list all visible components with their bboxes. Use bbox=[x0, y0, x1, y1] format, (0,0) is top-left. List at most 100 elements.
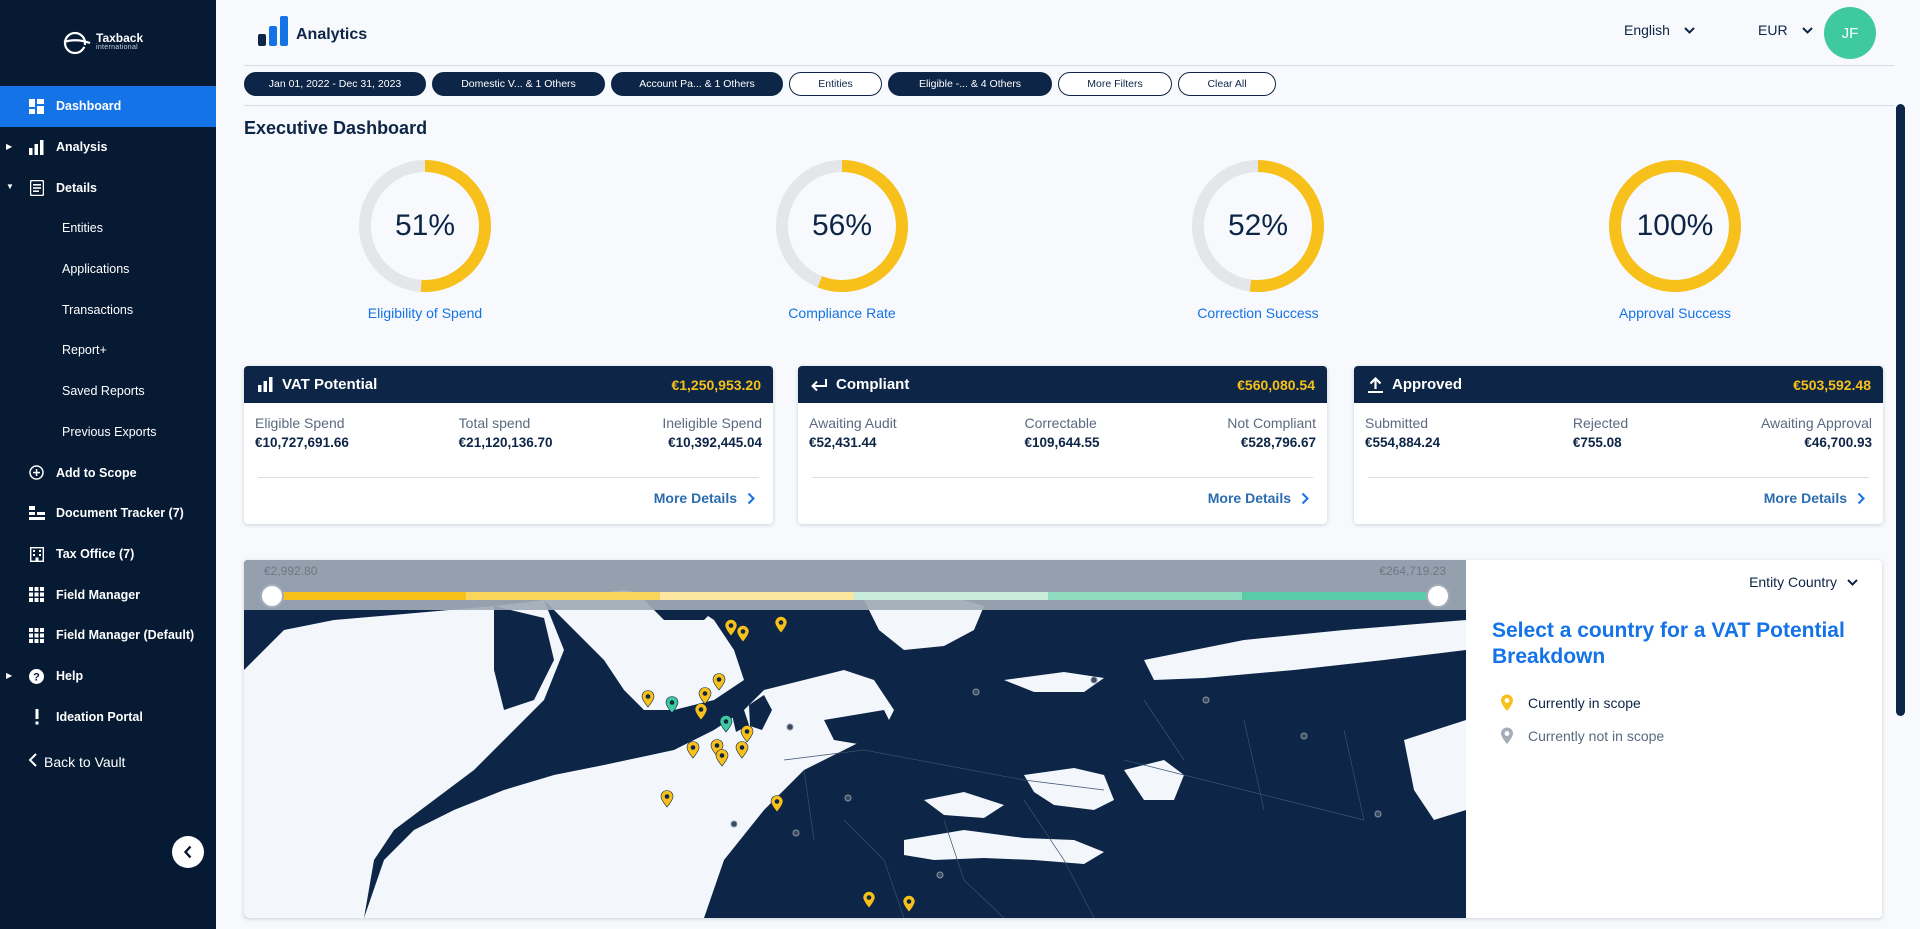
chevron-right-icon bbox=[1857, 492, 1865, 504]
location-pin-icon[interactable] bbox=[902, 895, 916, 913]
scrollbar-thumb[interactable] bbox=[1896, 104, 1905, 716]
sidebar-item-label: Transactions bbox=[62, 302, 134, 317]
filter-bar: Jan 01, 2022 - Dec 31, 2023 Domestic V..… bbox=[244, 72, 1276, 96]
metric-value: €528,796.67 bbox=[1240, 435, 1316, 450]
filter-chip-vat-type[interactable]: Domestic V... & 1 Others bbox=[432, 72, 605, 96]
sidebar-item-ideation-portal[interactable]: Ideation Portal bbox=[0, 696, 216, 737]
sidebar-item-help[interactable]: ▶ ? Help bbox=[0, 656, 216, 697]
divider bbox=[1368, 477, 1869, 478]
filter-chip-date-range[interactable]: Jan 01, 2022 - Dec 31, 2023 bbox=[244, 72, 426, 96]
divider bbox=[258, 477, 759, 478]
language-select[interactable]: English bbox=[1624, 22, 1695, 38]
location-pin-icon[interactable] bbox=[736, 625, 750, 643]
currency-select[interactable]: EUR bbox=[1758, 22, 1813, 38]
metric-rejected: Rejected €755.08 bbox=[1573, 415, 1628, 450]
sidebar-item-label: Saved Reports bbox=[62, 384, 145, 399]
page-title: Executive Dashboard bbox=[244, 118, 428, 138]
sidebar-item-dashboard[interactable]: Dashboard bbox=[0, 86, 216, 127]
chevron-down-icon bbox=[1801, 26, 1813, 34]
return-arrow-icon bbox=[810, 376, 828, 394]
filter-chip-account[interactable]: Account Pa... & 1 Others bbox=[611, 72, 783, 96]
card-header: Approved €503,592.48 bbox=[1354, 366, 1883, 403]
location-pin-icon[interactable] bbox=[641, 690, 655, 708]
sidebar-item-analysis[interactable]: ▶ Analysis bbox=[0, 127, 216, 168]
more-details-label: More Details bbox=[653, 490, 737, 506]
card-amount: €560,080.54 bbox=[1237, 376, 1315, 393]
filter-chip-entities[interactable]: Entities bbox=[789, 72, 882, 96]
location-pin-icon[interactable] bbox=[774, 616, 788, 634]
location-pin-icon[interactable] bbox=[724, 619, 738, 637]
range-handle-min[interactable] bbox=[260, 584, 284, 608]
card-amount: €1,250,953.20 bbox=[671, 376, 761, 393]
more-details-link[interactable]: More Details bbox=[654, 490, 755, 506]
metric-value: €755.08 bbox=[1572, 435, 1622, 450]
more-filters-button[interactable]: More Filters bbox=[1058, 72, 1172, 96]
location-pin-icon[interactable] bbox=[698, 687, 712, 705]
location-pin-icon[interactable] bbox=[719, 715, 733, 733]
more-details-link[interactable]: More Details bbox=[1208, 490, 1309, 506]
taxback-logo[interactable]: Taxback international bbox=[62, 28, 162, 58]
filter-chip-eligibility[interactable]: Eligible -... & 4 Others bbox=[888, 72, 1052, 96]
sidebar-item-details[interactable]: ▼ Details bbox=[0, 167, 216, 208]
sidebar-item-tax-office[interactable]: Tax Office (7) bbox=[0, 534, 216, 575]
sidebar-item-previous-exports[interactable]: Previous Exports bbox=[0, 412, 216, 453]
gauge-compliance[interactable]: 56% bbox=[772, 156, 912, 296]
location-pin-icon[interactable] bbox=[660, 790, 674, 808]
sidebar-item-label: Tax Office (7) bbox=[56, 546, 135, 561]
gauge-label: Eligibility of Spend bbox=[367, 305, 483, 321]
clear-all-button[interactable]: Clear All bbox=[1178, 72, 1276, 96]
world-map[interactable]: €2,992.80 €264,719.23 bbox=[244, 560, 1466, 918]
location-pin-icon[interactable] bbox=[862, 891, 876, 909]
upload-icon bbox=[1366, 376, 1384, 394]
sidebar-item-field-manager[interactable]: Field Manager bbox=[0, 574, 216, 615]
location-pin-icon[interactable] bbox=[740, 725, 754, 743]
bar-chart-icon bbox=[28, 139, 45, 156]
card-approved: Approved €503,592.48 Submitted €554,884.2… bbox=[1354, 366, 1883, 524]
metric-eligible-spend: Eligible Spend €10,727,691.66 bbox=[255, 415, 349, 450]
caret-right-icon: ▶ bbox=[6, 670, 13, 680]
gauge-eligibility[interactable]: 51% bbox=[355, 156, 495, 296]
metric-label: Not Compliant bbox=[1227, 415, 1316, 431]
metric-label: Total spend bbox=[458, 415, 531, 431]
sidebar-item-applications[interactable]: Applications bbox=[0, 249, 216, 290]
range-segment bbox=[854, 592, 1048, 600]
app-title-text: Analytics bbox=[296, 26, 368, 43]
gauge-correction[interactable]: 52% bbox=[1188, 156, 1328, 296]
chevron-left-icon bbox=[183, 845, 192, 859]
location-pin-icon[interactable] bbox=[735, 741, 749, 759]
sidebar-item-report-plus[interactable]: Report+ bbox=[0, 330, 216, 371]
location-pin-icon[interactable] bbox=[665, 696, 679, 714]
sidebar-item-saved-reports[interactable]: Saved Reports bbox=[0, 371, 216, 412]
divider bbox=[812, 477, 1313, 478]
card-metrics: Eligible Spend €10,727,691.66 Total spend… bbox=[244, 403, 773, 450]
range-segment bbox=[1048, 592, 1242, 600]
value-range-slider[interactable]: €2,992.80 €264,719.23 bbox=[244, 560, 1466, 610]
sidebar-item-transactions[interactable]: Transactions bbox=[0, 289, 216, 330]
language-value: English bbox=[1624, 22, 1670, 38]
group-by-value: Entity Country bbox=[1749, 574, 1837, 590]
range-handle-max[interactable] bbox=[1426, 584, 1450, 608]
location-pin-icon[interactable] bbox=[715, 749, 729, 767]
more-details-link[interactable]: More Details bbox=[1764, 490, 1865, 506]
gauge-value: 56% bbox=[811, 209, 873, 242]
sidebar-item-label: Ideation Portal bbox=[56, 709, 143, 724]
sidebar-item-add-to-scope[interactable]: Add to Scope bbox=[0, 452, 216, 493]
sidebar-item-document-tracker[interactable]: Document Tracker (7) bbox=[0, 493, 216, 534]
vat-map-panel: €2,992.80 €264,719.23 Entity Country Sel… bbox=[244, 560, 1882, 918]
user-avatar[interactable]: JF bbox=[1824, 7, 1876, 59]
gauge-approval[interactable]: 100% bbox=[1605, 156, 1745, 296]
sidebar-item-entities[interactable]: Entities bbox=[0, 208, 216, 249]
sidebar-item-field-manager-default[interactable]: Field Manager (Default) bbox=[0, 615, 216, 656]
back-to-vault-link[interactable]: Back to Vault bbox=[28, 752, 125, 771]
location-pin-icon[interactable] bbox=[694, 703, 708, 721]
location-pin-icon[interactable] bbox=[712, 673, 726, 691]
location-pin-icon[interactable] bbox=[686, 741, 700, 759]
range-segment bbox=[272, 592, 466, 600]
metric-label: Submitted bbox=[1365, 415, 1429, 431]
location-pin-icon[interactable] bbox=[770, 795, 784, 813]
currency-value: EUR bbox=[1758, 22, 1788, 38]
group-by-select[interactable]: Entity Country bbox=[1749, 574, 1858, 590]
page-scrollbar[interactable] bbox=[1896, 104, 1905, 929]
sidebar-item-label: Previous Exports bbox=[62, 424, 157, 439]
collapse-sidebar-button[interactable] bbox=[172, 836, 204, 868]
